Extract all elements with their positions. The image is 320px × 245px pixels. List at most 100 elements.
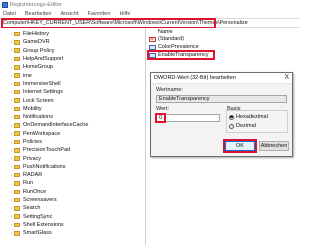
expand-arrow-icon[interactable]: ›: [0, 106, 13, 111]
menu-favorites[interactable]: Favoriten: [88, 11, 111, 17]
value-row-selected[interactable]: EnableTransparency: [146, 50, 300, 61]
folder-icon: [14, 89, 20, 95]
expand-arrow-icon[interactable]: ›: [0, 148, 13, 153]
regedit-icon: [2, 1, 8, 8]
folder-icon: [14, 114, 20, 120]
tree-item[interactable]: › Shell Extensions: [0, 221, 145, 229]
expand-arrow-icon[interactable]: ›: [0, 32, 13, 37]
menu-view[interactable]: Ansicht: [60, 11, 78, 17]
expand-arrow-icon[interactable]: ›: [0, 206, 13, 211]
expand-arrow-icon[interactable]: ›: [0, 40, 13, 45]
edit-dword-dialog[interactable]: DWORD-Wert (32-Bit) bearbeiten X Wertnam…: [150, 72, 293, 157]
dec-radio[interactable]: Dezimal: [229, 123, 256, 129]
hex-radio[interactable]: Hexadezimal: [229, 114, 268, 120]
tree-item[interactable]: › Screensavers: [0, 196, 145, 204]
folder-icon: [14, 148, 20, 153]
tree-item[interactable]: › FileHistory: [0, 30, 145, 38]
folder-icon: [14, 31, 20, 37]
folder-icon: [14, 65, 20, 70]
tree-item[interactable]: › PrecisionTouchPad: [0, 146, 145, 154]
tree-item[interactable]: › GameDVR: [0, 38, 145, 46]
folder-icon: [14, 81, 20, 87]
expand-arrow-icon[interactable]: ›: [0, 98, 13, 103]
expand-arrow-icon[interactable]: ›: [0, 73, 13, 78]
menu-edit[interactable]: Bearbeiten: [25, 11, 52, 17]
tree-item[interactable]: Run: [0, 179, 145, 187]
folder-icon: [14, 156, 20, 161]
tree-item[interactable]: › RADAR: [0, 171, 145, 179]
menu-file[interactable]: Datei: [3, 11, 16, 17]
expand-arrow-icon[interactable]: ›: [0, 90, 13, 95]
tree-pane[interactable]: › FileHistory › GameDVR › Group Policy › Hel…: [0, 28, 146, 245]
tree-item[interactable]: › HelpAndSupport: [0, 55, 145, 63]
tree-item[interactable]: › Mobility: [0, 105, 145, 113]
expand-arrow-icon[interactable]: ›: [0, 214, 13, 219]
folder-icon: [14, 197, 20, 203]
tree-item[interactable]: › Policies: [0, 138, 145, 146]
expand-arrow-icon[interactable]: ›: [0, 115, 13, 120]
expand-arrow-icon[interactable]: ›: [0, 123, 13, 128]
expand-arrow-icon[interactable]: ›: [0, 131, 13, 136]
data-field-highlight: [155, 113, 166, 123]
dword-value-icon: [149, 44, 156, 50]
column-header[interactable]: Name: [146, 28, 300, 35]
folder-icon: [14, 189, 20, 195]
column-name-header[interactable]: Name: [158, 29, 173, 35]
title-bar: Registrierungs-Editor: [0, 0, 300, 9]
ok-button-highlight: [223, 139, 257, 153]
radio-selected-icon[interactable]: [229, 114, 234, 120]
expand-arrow-icon[interactable]: ›: [0, 164, 13, 169]
tree-item[interactable]: › SettingSync: [0, 213, 145, 221]
folder-icon: [14, 172, 20, 178]
value-name-field[interactable]: EnableTransparency: [156, 95, 287, 103]
value-row[interactable]: ab (Standard): [146, 35, 300, 43]
data-label: Wert:: [156, 106, 170, 112]
dialog-title: DWORD-Wert (32-Bit) bearbeiten: [151, 73, 292, 84]
radio-icon[interactable]: [229, 123, 234, 129]
cancel-button[interactable]: Abbrechen: [259, 141, 289, 151]
tree-item[interactable]: › Search: [0, 204, 145, 212]
expand-arrow-icon[interactable]: ›: [0, 198, 13, 203]
expand-arrow-icon[interactable]: ›: [0, 65, 13, 70]
tree-item[interactable]: › Notifications: [0, 113, 145, 121]
folder-icon: [14, 222, 20, 228]
tree-item[interactable]: › Internet Settings: [0, 88, 145, 96]
tree-item[interactable]: › PenWorkspace: [0, 130, 145, 138]
expand-arrow-icon[interactable]: ›: [0, 222, 13, 227]
folder-icon: [14, 98, 20, 103]
expand-arrow-icon[interactable]: ›: [0, 48, 13, 53]
name-label: Wertname:: [156, 87, 183, 93]
tree-item[interactable]: › ImmersiveShell: [0, 80, 145, 88]
close-icon[interactable]: X: [284, 74, 289, 81]
tree-item[interactable]: › SmartGlass: [0, 229, 145, 237]
folder-icon: [14, 123, 20, 128]
menu-help[interactable]: Hilfe: [119, 11, 130, 17]
expand-arrow-icon[interactable]: ›: [0, 57, 13, 62]
folder-icon: [14, 181, 20, 186]
tree-item[interactable]: › PushNotifications: [0, 163, 145, 171]
folder-icon: [14, 131, 20, 136]
tree-item[interactable]: › HomeGroup: [0, 63, 145, 71]
tree-item[interactable]: › OnDemandInterfaceCache: [0, 121, 145, 129]
folder-icon: [14, 139, 20, 145]
expand-arrow-icon[interactable]: ›: [0, 231, 13, 236]
folder-icon: [14, 206, 20, 211]
folder-icon: [14, 73, 20, 78]
tree-item[interactable]: RunOnce: [0, 188, 145, 196]
tree-item[interactable]: › Privacy: [0, 154, 145, 162]
menu-bar: Datei Bearbeiten Ansicht Favoriten Hilfe: [0, 9, 300, 18]
folder-icon: [14, 106, 20, 112]
expand-arrow-icon[interactable]: ›: [0, 156, 13, 161]
tree-item[interactable]: › Group Policy: [0, 47, 145, 55]
expand-arrow-icon[interactable]: ›: [0, 81, 13, 86]
folder-icon: [14, 214, 20, 219]
expand-arrow-icon[interactable]: ›: [0, 173, 13, 178]
tree-item[interactable]: › ime: [0, 71, 145, 79]
folder-icon: [14, 231, 20, 236]
folder-icon: [14, 164, 20, 170]
tree-item[interactable]: › Lock Screen: [0, 96, 145, 104]
folder-icon: [14, 40, 20, 45]
expand-arrow-icon[interactable]: ›: [0, 140, 13, 145]
value-row-highlight: [147, 50, 215, 61]
string-value-icon: ab: [149, 36, 156, 42]
